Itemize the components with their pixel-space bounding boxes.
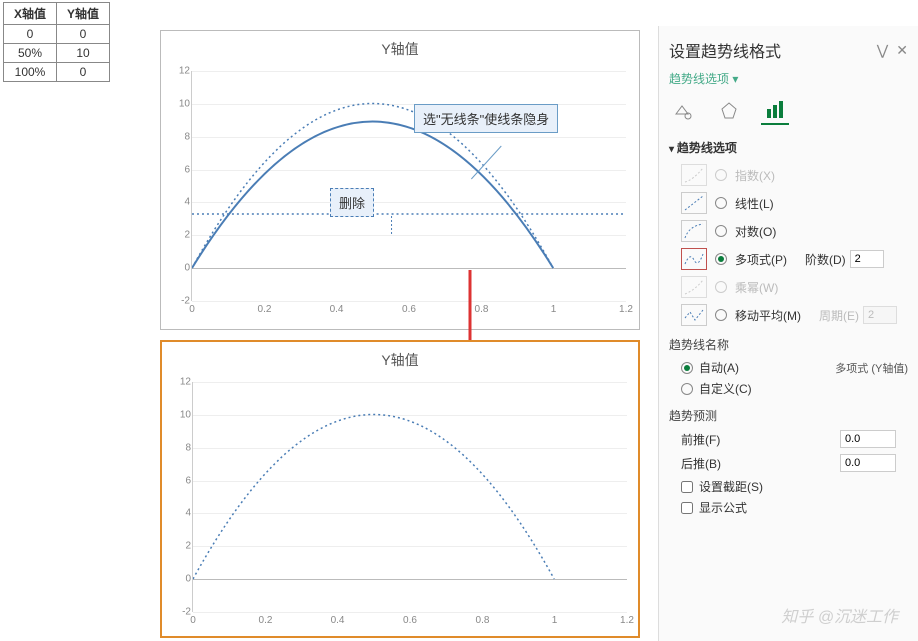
col-header-x[interactable]: X轴值 [4, 3, 57, 25]
chart-title: Y轴值 [161, 31, 639, 59]
chart-title: Y轴值 [162, 342, 638, 370]
close-icon[interactable]: ✕ [896, 42, 908, 59]
option-polynomial[interactable]: 多项式(P) 阶数(D) [681, 248, 908, 270]
plot-area-top[interactable]: 12 10 8 6 4 2 0 -2 0 0.2 0.4 0.6 0.8 1 1… [191, 71, 626, 301]
panel-options-icon[interactable]: ⋁ [877, 42, 888, 59]
section-trendline-options[interactable]: 趋势线选项 [669, 139, 908, 156]
show-equation-checkbox[interactable] [681, 502, 693, 514]
option-moving-average[interactable]: 移动平均(M) 周期(E) [681, 304, 908, 326]
option-linear[interactable]: 线性(L) [681, 192, 908, 214]
trendline-options-icon[interactable] [761, 97, 789, 125]
col-header-y[interactable]: Y轴值 [57, 3, 110, 25]
forward-label: 前推(F) [681, 431, 720, 448]
table-row[interactable]: 100%0 [4, 63, 110, 82]
order-input[interactable] [850, 250, 884, 268]
format-trendline-panel: 设置趋势线格式 ⋁ ✕ 趋势线选项 ▾ 趋势线选项 指数(X) 线性(L) 对数… [658, 26, 918, 641]
panel-title: 设置趋势线格式 [669, 38, 781, 62]
table-row[interactable]: 00 [4, 25, 110, 44]
period-input [863, 306, 897, 324]
trendline-name-heading: 趋势线名称 [669, 336, 908, 353]
show-equation-row[interactable]: 显示公式 [681, 499, 896, 516]
table-row[interactable]: 50%10 [4, 44, 110, 63]
option-power: 乘幂(W) [681, 276, 908, 298]
series-trendline[interactable] [193, 415, 554, 580]
backward-input[interactable] [840, 454, 896, 472]
chart-bottom[interactable]: Y轴值 12 10 8 6 4 2 0 -2 0 0.2 0.4 0.6 0.8… [160, 340, 640, 638]
callout-tip: 选"无线条"使线条隐身 [414, 104, 558, 133]
plot-area-bottom[interactable]: 12 10 8 6 4 2 0 -2 0 0.2 0.4 0.6 0.8 1 1… [192, 382, 627, 612]
effects-icon[interactable] [715, 97, 743, 125]
set-intercept-checkbox[interactable] [681, 481, 693, 493]
name-custom[interactable]: 自定义(C) [681, 380, 908, 397]
data-table[interactable]: X轴值 Y轴值 00 50%10 100%0 [3, 2, 110, 82]
period-label: 周期(E) [819, 307, 859, 324]
option-logarithmic[interactable]: 对数(O) [681, 220, 908, 242]
set-intercept-row[interactable]: 设置截距(S) [681, 478, 896, 495]
name-auto[interactable]: 自动(A) 多项式 (Y轴值) [681, 359, 908, 376]
backward-label: 后推(B) [681, 455, 721, 472]
callout-delete: 删除 [330, 188, 374, 217]
order-label: 阶数(D) [805, 251, 846, 268]
forecast-heading: 趋势预测 [669, 407, 908, 424]
chart-top[interactable]: Y轴值 12 10 8 6 4 2 0 -2 0 0.2 0.4 0.6 0.8… [160, 30, 640, 330]
trendline-options-dropdown[interactable]: 趋势线选项 ▾ [669, 70, 908, 87]
option-exponential: 指数(X) [681, 164, 908, 186]
fill-line-icon[interactable] [669, 97, 697, 125]
forward-input[interactable] [840, 430, 896, 448]
